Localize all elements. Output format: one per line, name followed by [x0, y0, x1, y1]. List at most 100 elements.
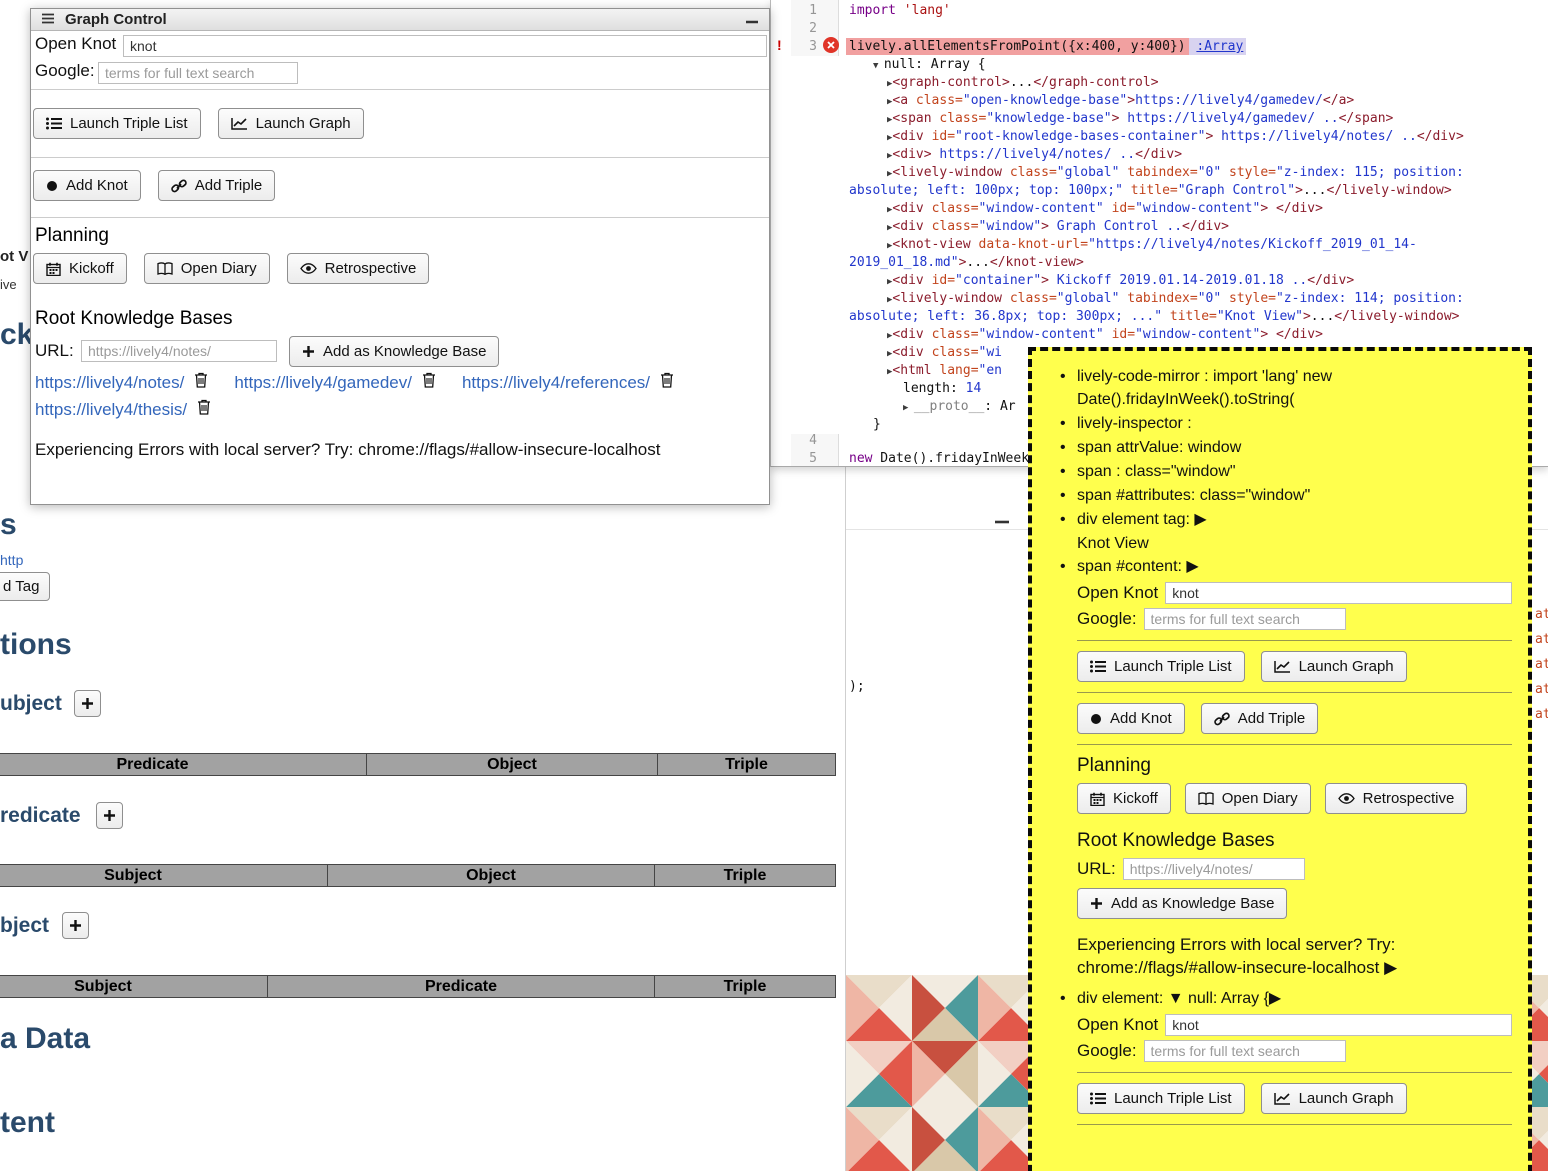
inspector-line[interactable]: ▶<lively-window class="global" tabindex=…: [849, 164, 1548, 182]
list-icon: [1090, 660, 1106, 673]
open-diary-button[interactable]: Open Diary: [1185, 783, 1311, 814]
divider: [1077, 1072, 1512, 1073]
launch-triple-list-button[interactable]: Launch Triple List: [33, 108, 201, 139]
type-annotation-link[interactable]: :Array: [1196, 39, 1243, 54]
minimize-icon: [994, 520, 1010, 524]
tooltip-item: lively-code-mirror : import 'lang' new D…: [1058, 365, 1514, 411]
open-knot-input[interactable]: [1165, 1014, 1512, 1036]
inspector-line[interactable]: ▶<div> https://lively4/notes/ ..</div>: [849, 146, 1548, 164]
kickoff-button[interactable]: Kickoff: [33, 253, 127, 284]
kickoff-button[interactable]: Kickoff: [1077, 783, 1171, 814]
add-knot-button[interactable]: Add Knot: [1077, 703, 1185, 734]
divider: [1077, 692, 1512, 693]
eye-icon: [300, 263, 317, 274]
inspector-line[interactable]: ▶<div id="root-knowledge-bases-container…: [849, 128, 1548, 146]
kb-url-input[interactable]: [1123, 858, 1305, 880]
plus-icon: [103, 809, 116, 822]
launch-triple-list-button[interactable]: Launch Triple List: [1077, 651, 1245, 682]
inspector-line[interactable]: ▶<span class="knowledge-base"> https://l…: [849, 110, 1548, 128]
launch-graph-label: Launch Graph: [1299, 1090, 1394, 1107]
tooltip-item: span attrValue: window: [1058, 436, 1514, 459]
graph-control-titlebar[interactable]: Graph Control: [31, 9, 769, 31]
add-knowledge-base-button[interactable]: Add as Knowledge Base: [1077, 888, 1287, 919]
error-expression[interactable]: lively.allElementsFromPoint({x:400, y:40…: [846, 38, 1189, 55]
launch-graph-button[interactable]: Launch Graph: [218, 108, 364, 139]
inspector-line[interactable]: ▶<div class="window"> Graph Control ..</…: [849, 218, 1548, 236]
add-triple-button[interactable]: Add Triple: [158, 170, 276, 201]
add-subject-button[interactable]: [74, 690, 101, 717]
inspector-root-line[interactable]: ▼ null: Array {: [849, 56, 1548, 74]
google-search-input[interactable]: [1144, 608, 1346, 630]
google-search-input[interactable]: [98, 62, 298, 84]
code-line[interactable]: import 'lang': [849, 2, 951, 20]
launch-graph-button[interactable]: Launch Graph: [1261, 1083, 1407, 1114]
add-knot-button[interactable]: Add Knot: [33, 170, 141, 201]
retrospective-button[interactable]: Retrospective: [287, 253, 430, 284]
inspector-line[interactable]: ▶<knot-view data-knot-url="https://livel…: [849, 236, 1548, 254]
kb-link[interactable]: https://lively4/thesis/: [35, 398, 187, 422]
clipped-heading: ck: [0, 318, 33, 352]
retrospective-button[interactable]: Retrospective: [1325, 783, 1468, 814]
local-server-hint: Experiencing Errors with local server? T…: [1077, 933, 1512, 979]
add-knowledge-base-label: Add as Knowledge Base: [323, 343, 486, 360]
inspector-line[interactable]: ▶<div class="window-content" id="window-…: [849, 200, 1548, 218]
open-knot-input[interactable]: [123, 35, 767, 57]
inspector-line[interactable]: ▶<graph-control>...</graph-control>: [849, 74, 1548, 92]
minimize-button[interactable]: [745, 11, 759, 29]
inspector-line[interactable]: ▶<div id="container"> Kickoff 2019.01.14…: [849, 272, 1548, 290]
line-number: 1: [791, 2, 817, 20]
launch-triple-list-button[interactable]: Launch Triple List: [1077, 1083, 1245, 1114]
graph-control-content: Open Knot Google: Launch Triple List Lau…: [31, 31, 769, 504]
add-tag-label: d Tag: [3, 578, 39, 595]
trash-icon[interactable]: [660, 371, 674, 395]
inspection-tooltip: lively-code-mirror : import 'lang' new D…: [1028, 347, 1532, 1171]
error-code-line[interactable]: lively.allElementsFromPoint({x:400, y:40…: [846, 38, 1246, 56]
divider: [31, 157, 769, 158]
trash-icon[interactable]: [422, 371, 436, 395]
menu-icon[interactable]: [41, 11, 55, 29]
inspector-line[interactable]: ▶<a class="open-knowledge-base">https://…: [849, 92, 1548, 110]
plus-icon: [69, 919, 82, 932]
launch-graph-button[interactable]: Launch Graph: [1261, 651, 1407, 682]
inspector-line[interactable]: ▶<div class="window-content" id="window-…: [849, 326, 1548, 344]
add-predicate-button[interactable]: [96, 802, 123, 829]
tooltip-item: span #content: ▶: [1058, 555, 1514, 578]
expand-arrow-icon[interactable]: ▶: [1384, 958, 1397, 977]
add-knowledge-base-button[interactable]: Add as Knowledge Base: [289, 336, 499, 367]
table-header-cell: Triple: [658, 753, 836, 776]
error-gutter-marker[interactable]: !: [777, 37, 782, 53]
clipped-link-fragment[interactable]: http: [0, 552, 23, 568]
kb-url-input[interactable]: [81, 340, 277, 362]
inspector-line-wrap: 2019_01_18.md">...</knot-view>: [849, 254, 1548, 272]
minimize-icon: [745, 20, 759, 24]
tooltip-item: lively-inspector :: [1058, 412, 1514, 435]
open-diary-button[interactable]: Open Diary: [144, 253, 270, 284]
kb-link-item: https://lively4/notes/: [35, 371, 208, 395]
open-knot-label: Open Knot: [1077, 583, 1158, 603]
kb-link[interactable]: https://lively4/gamedev/: [234, 371, 412, 395]
add-object-button[interactable]: [62, 912, 89, 939]
table-header-cell: Subject: [0, 975, 268, 998]
embedded-graph-control-preview: Open Knot Google: Launch Triple List Lau…: [1077, 582, 1512, 979]
link-icon: [1214, 712, 1230, 726]
clipped-text-fragment: at: [1535, 681, 1548, 699]
kb-link[interactable]: https://lively4/references/: [462, 371, 650, 395]
root-kb-heading: Root Knowledge Bases: [35, 308, 233, 330]
triple-table-header: Predicate Object Triple: [0, 753, 836, 776]
open-knot-input[interactable]: [1165, 582, 1512, 604]
eye-icon: [1338, 793, 1355, 804]
divider: [31, 217, 769, 218]
trash-icon[interactable]: [194, 371, 208, 395]
url-label: URL:: [1077, 859, 1116, 879]
inspector-line[interactable]: ▶<lively-window class="global" tabindex=…: [849, 290, 1548, 308]
table-header-cell: Triple: [655, 864, 836, 887]
add-triple-button[interactable]: Add Triple: [1201, 703, 1319, 734]
knot-dot-icon: [46, 180, 58, 192]
root-kb-heading: Root Knowledge Bases: [1077, 830, 1512, 852]
code-fragment[interactable]: );: [849, 678, 865, 696]
kb-link[interactable]: https://lively4/notes/: [35, 371, 184, 395]
minimize-button[interactable]: [994, 511, 1010, 529]
google-search-input[interactable]: [1144, 1040, 1346, 1062]
trash-icon[interactable]: [197, 398, 211, 422]
add-tag-button[interactable]: d Tag: [0, 572, 50, 601]
